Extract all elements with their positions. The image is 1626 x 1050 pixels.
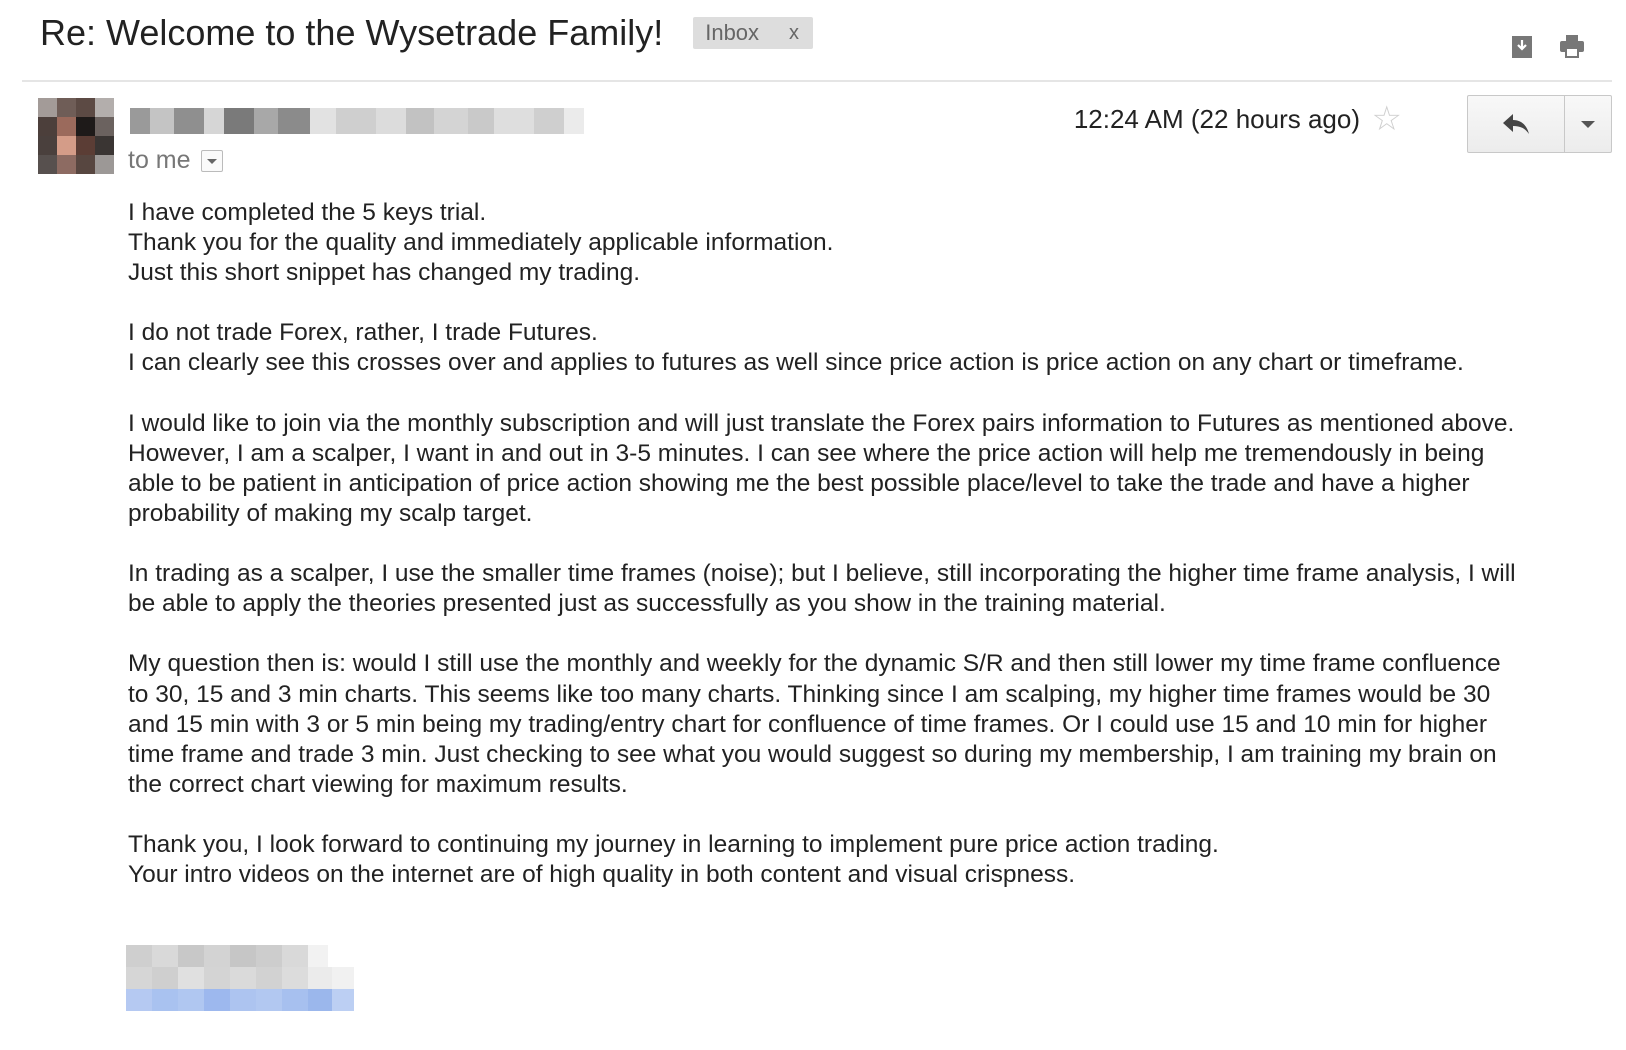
recipient-text: to me	[128, 146, 191, 174]
reply-button[interactable]	[1468, 96, 1565, 152]
body-paragraph: I do not trade Forex, rather, I trade Fu…	[128, 318, 1598, 378]
body-line: the correct chart viewing for maximum re…	[128, 770, 628, 798]
sender-name-redacted	[130, 108, 584, 134]
body-line: probability of making my scalp target.	[128, 499, 533, 527]
download-icon[interactable]	[1508, 32, 1536, 60]
body-line: I can clearly see this crosses over and …	[128, 349, 1464, 377]
body-line: time frame and trade 3 min. Just checkin…	[128, 740, 1497, 768]
header-divider	[22, 80, 1612, 82]
body-paragraph: Thank you, I look forward to continuing …	[128, 830, 1598, 890]
label-text: Inbox	[705, 20, 760, 45]
sender-avatar[interactable]	[38, 98, 114, 174]
inbox-label-chip[interactable]: Inbox x	[693, 17, 814, 49]
more-actions-button[interactable]	[1565, 96, 1611, 152]
subject-row: Re: Welcome to the Wysetrade Family! Inb…	[40, 8, 814, 58]
email-body: I have completed the 5 keys trial. Thank …	[128, 198, 1598, 920]
star-icon[interactable]: ☆	[1372, 102, 1402, 136]
body-line: Your intro videos on the internet are of…	[128, 861, 1076, 889]
body-line: be able to apply the theories presented …	[128, 590, 1166, 618]
print-icon[interactable]	[1558, 32, 1586, 60]
thread-actions	[1508, 32, 1586, 60]
body-line: However, I am a scalper, I want in and o…	[128, 439, 1485, 467]
email-timestamp: 12:24 AM (22 hours ago)	[1073, 104, 1360, 134]
reply-icon	[1503, 114, 1529, 134]
reply-button-group	[1467, 95, 1612, 153]
body-paragraph: I would like to join via the monthly sub…	[128, 409, 1598, 529]
remove-label-button[interactable]: x	[789, 22, 799, 45]
body-line: Thank you, I look forward to continuing …	[128, 830, 1219, 858]
body-line: Thank you for the quality and immediatel…	[128, 229, 834, 257]
body-line: able to be patient in anticipation of pr…	[128, 469, 1470, 497]
body-line: I do not trade Forex, rather, I trade Fu…	[128, 319, 598, 347]
body-line: to 30, 15 and 3 min charts. This seems l…	[128, 680, 1491, 708]
body-line: I have completed the 5 keys trial.	[128, 199, 487, 226]
body-line: I would like to join via the monthly sub…	[128, 409, 1515, 437]
body-paragraph: My question then is: would I still use t…	[128, 649, 1598, 799]
body-line: Just this short snippet has changed my t…	[128, 259, 641, 287]
body-paragraph: I have completed the 5 keys trial. Thank …	[128, 198, 1598, 288]
chevron-down-icon	[1581, 120, 1595, 128]
body-line: and 15 min with 3 or 5 min being my trad…	[128, 710, 1488, 738]
recipient-line: to me	[128, 146, 223, 175]
signature-redacted	[126, 945, 354, 1011]
body-line: My question then is: would I still use t…	[128, 650, 1501, 678]
recipient-details-dropdown[interactable]	[200, 149, 223, 172]
body-paragraph: In trading as a scalper, I use the small…	[128, 559, 1598, 619]
body-line: In trading as a scalper, I use the small…	[128, 560, 1516, 588]
email-subject: Re: Welcome to the Wysetrade Family!	[40, 12, 664, 53]
